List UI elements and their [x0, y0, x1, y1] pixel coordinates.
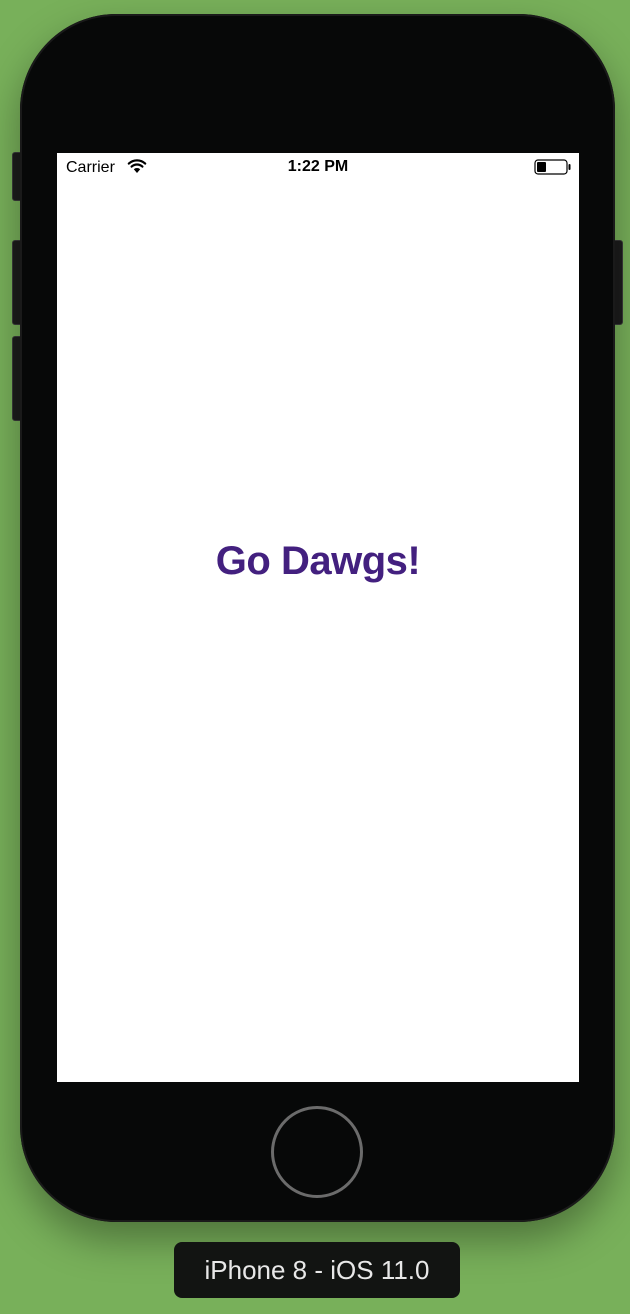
- status-bar: Carrier 1:22 PM: [57, 153, 579, 183]
- status-time: 1:22 PM: [287, 158, 349, 175]
- headline-label: Go Dawgs!: [215, 539, 421, 583]
- app-screen: Carrier 1:22 PM Go Dawgs!: [57, 153, 579, 1082]
- home-button[interactable]: [271, 1106, 363, 1198]
- device-name-label: iPhone 8 - iOS 11.0: [174, 1242, 460, 1298]
- battery-icon: [534, 159, 571, 175]
